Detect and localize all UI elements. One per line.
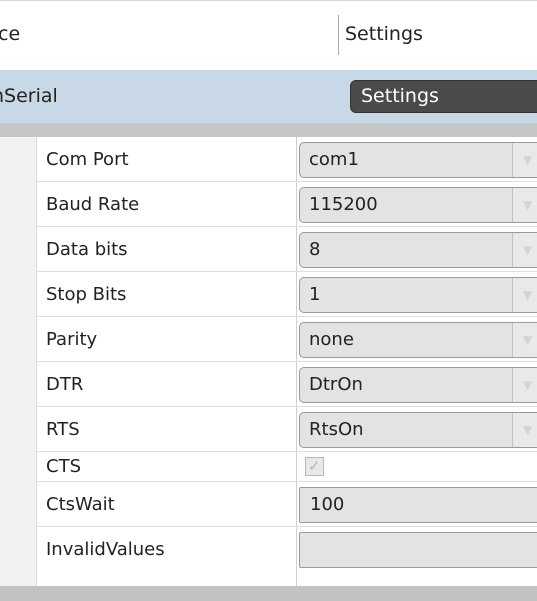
chevron-down-icon: ▼ (523, 378, 533, 392)
column-header-device[interactable]: ce (0, 23, 20, 45)
property-row-rts: RTS RtsOn ▼ (37, 407, 537, 452)
baud-rate-dropdown[interactable]: 115200 ▼ (299, 187, 537, 223)
property-label-ctswait: CtsWait (46, 494, 115, 515)
separator-band-bottom (0, 586, 537, 601)
cts-checkbox[interactable]: ✓ (305, 457, 324, 476)
data-bits-dropdown-button[interactable]: ▼ (512, 233, 537, 267)
com-port-dropdown[interactable]: com1 ▼ (299, 142, 537, 178)
property-editor-window: ce Settings nSerial Settings Com Port co… (0, 0, 537, 601)
property-row-ctswait: CtsWait 100 (37, 482, 537, 527)
chevron-down-icon: ▼ (523, 243, 533, 257)
rts-dropdown-button[interactable]: ▼ (512, 413, 537, 447)
chevron-down-icon: ▼ (523, 333, 533, 347)
property-label-cts: CTS (46, 456, 81, 477)
com-port-dropdown-button[interactable]: ▼ (512, 143, 537, 177)
property-row-stop-bits: Stop Bits 1 ▼ (37, 272, 537, 317)
stop-bits-dropdown-button[interactable]: ▼ (512, 278, 537, 312)
property-label-rts: RTS (46, 419, 80, 440)
grid-row-header-strip (0, 137, 37, 586)
property-label-baud-rate: Baud Rate (46, 194, 140, 215)
com-port-value: com1 (309, 149, 359, 170)
property-row-dtr: DTR DtrOn ▼ (37, 362, 537, 407)
property-row-data-bits: Data bits 8 ▼ (37, 227, 537, 272)
property-row-baud-rate: Baud Rate 115200 ▼ (37, 182, 537, 227)
separator-band-top (0, 123, 537, 137)
invalidvalues-input[interactable] (299, 532, 537, 568)
parity-dropdown[interactable]: none ▼ (299, 322, 537, 358)
ctswait-value: 100 (310, 494, 345, 515)
property-label-com-port: Com Port (46, 149, 129, 170)
data-bits-dropdown[interactable]: 8 ▼ (299, 232, 537, 268)
dtr-dropdown[interactable]: DtrOn ▼ (299, 367, 537, 403)
property-row-invalidvalues: InvalidValues (37, 527, 537, 586)
chevron-down-icon: ▼ (523, 153, 533, 167)
property-grid: Com Port com1 ▼ Baud Rate 115200 ▼ Data … (0, 137, 537, 586)
rts-value: RtsOn (309, 419, 364, 440)
property-row-cts: CTS ✓ (37, 452, 537, 482)
column-header: ce Settings (0, 0, 537, 58)
chevron-down-icon: ▼ (523, 198, 533, 212)
settings-button[interactable]: Settings (350, 80, 537, 113)
stop-bits-value: 1 (309, 284, 321, 305)
rts-dropdown[interactable]: RtsOn ▼ (299, 412, 537, 448)
data-bits-value: 8 (309, 239, 321, 260)
dtr-dropdown-button[interactable]: ▼ (512, 368, 537, 402)
property-label-invalidvalues: InvalidValues (46, 539, 165, 560)
dtr-value: DtrOn (309, 374, 363, 395)
ctswait-input[interactable]: 100 (299, 487, 537, 523)
checkmark-icon: ✓ (308, 457, 321, 475)
device-name: nSerial (0, 85, 58, 107)
baud-rate-dropdown-button[interactable]: ▼ (512, 188, 537, 222)
property-label-stop-bits: Stop Bits (46, 284, 127, 305)
parity-dropdown-button[interactable]: ▼ (512, 323, 537, 357)
property-row-parity: Parity none ▼ (37, 317, 537, 362)
parity-value: none (309, 329, 354, 350)
property-label-parity: Parity (46, 329, 98, 350)
property-row-com-port: Com Port com1 ▼ (37, 137, 537, 182)
chevron-down-icon: ▼ (523, 423, 533, 437)
device-row[interactable]: nSerial Settings (0, 70, 537, 123)
column-header-settings[interactable]: Settings (345, 23, 423, 45)
chevron-down-icon: ▼ (523, 288, 533, 302)
property-label-data-bits: Data bits (46, 239, 128, 260)
column-splitter[interactable] (338, 15, 339, 55)
baud-rate-value: 115200 (309, 194, 378, 215)
stop-bits-dropdown[interactable]: 1 ▼ (299, 277, 537, 313)
property-label-dtr: DTR (46, 374, 84, 395)
